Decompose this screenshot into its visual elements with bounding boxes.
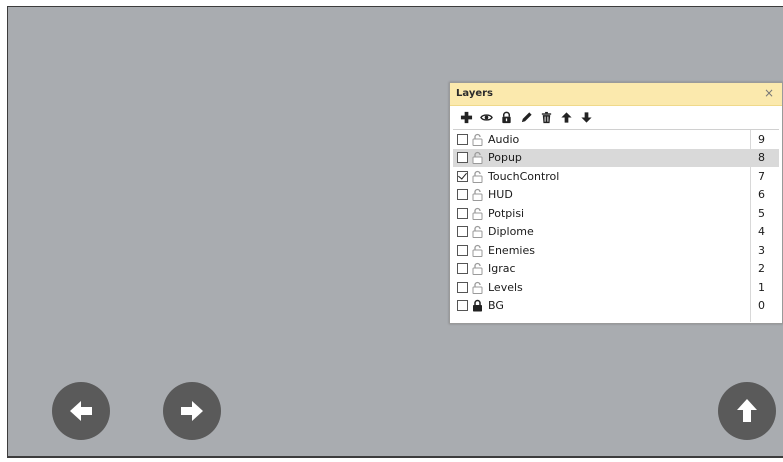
- eye-icon[interactable]: [479, 110, 493, 124]
- trash-icon[interactable]: [539, 110, 553, 124]
- unlocked-icon[interactable]: [472, 225, 483, 239]
- layer-name: Igrac: [488, 262, 516, 276]
- layers-panel-header: Layers ×: [450, 83, 782, 106]
- layer-row[interactable]: HUD 6: [453, 186, 779, 205]
- layer-row[interactable]: Enemies 3: [453, 241, 779, 260]
- visibility-checkbox[interactable]: [457, 170, 468, 182]
- up-arrow-icon: [737, 399, 757, 422]
- add-icon[interactable]: [459, 110, 473, 124]
- layer-row[interactable]: Popup 8: [453, 148, 779, 167]
- unlocked-icon[interactable]: [472, 133, 483, 146]
- layer-name: Enemies: [488, 243, 535, 257]
- layer-index: 0: [758, 299, 765, 313]
- layer-row[interactable]: TouchControl 7: [453, 167, 779, 186]
- layer-index: 3: [758, 243, 765, 257]
- unlocked-icon[interactable]: [472, 262, 483, 276]
- right-arrow-icon: [181, 401, 203, 421]
- lock-icon[interactable]: [499, 110, 513, 124]
- left-arrow-icon: [70, 401, 92, 421]
- unlocked-icon[interactable]: [472, 151, 483, 165]
- unlocked-icon[interactable]: [472, 207, 483, 220]
- layer-row[interactable]: Potpisi 5: [453, 204, 779, 223]
- visibility-checkbox[interactable]: [457, 300, 468, 312]
- pencil-icon[interactable]: [519, 110, 533, 124]
- layer-index: 2: [758, 262, 765, 276]
- layer-index: 1: [758, 280, 765, 294]
- layer-name: TouchControl: [488, 169, 560, 183]
- layer-name: Diplome: [488, 225, 534, 239]
- layer-index: 9: [758, 132, 765, 146]
- layer-index: 4: [758, 225, 765, 239]
- visibility-checkbox[interactable]: [457, 281, 468, 293]
- visibility-checkbox[interactable]: [457, 133, 468, 145]
- unlocked-icon[interactable]: [472, 244, 483, 257]
- layer-name: Potpisi: [488, 206, 525, 220]
- visibility-checkbox[interactable]: [457, 244, 468, 256]
- visibility-checkbox[interactable]: [457, 189, 468, 201]
- layer-name: Levels: [488, 280, 523, 294]
- right-arrow-button[interactable]: [163, 382, 221, 440]
- layers-panel: Layers × Audio 9 Popup 8 TouchControl 7 …: [449, 82, 783, 324]
- layer-index: 7: [758, 169, 765, 183]
- layers-toolbar: [450, 106, 782, 128]
- layer-row[interactable]: Igrac 2: [453, 260, 779, 279]
- layer-row[interactable]: Audio 9: [453, 130, 779, 149]
- layer-row[interactable]: BG 0: [453, 297, 779, 316]
- close-icon[interactable]: ×: [764, 86, 774, 100]
- visibility-checkbox[interactable]: [457, 152, 468, 164]
- locked-icon[interactable]: [472, 299, 483, 312]
- layer-name: HUD: [488, 188, 513, 202]
- unlocked-icon[interactable]: [472, 170, 483, 183]
- layers-list: Audio 9 Popup 8 TouchControl 7 HUD 6 Pot…: [453, 129, 779, 322]
- left-arrow-button[interactable]: [52, 382, 110, 440]
- up-arrow-button[interactable]: [718, 382, 776, 440]
- visibility-checkbox[interactable]: [457, 207, 468, 219]
- layer-index: 8: [758, 151, 765, 165]
- layer-row[interactable]: Diplome 4: [453, 223, 779, 242]
- arrow-up-icon[interactable]: [559, 110, 573, 124]
- layer-name: Audio: [488, 132, 520, 146]
- layer-name: Popup: [488, 151, 522, 165]
- layer-name: BG: [488, 299, 504, 313]
- visibility-checkbox[interactable]: [457, 263, 468, 275]
- layer-row[interactable]: Levels 1: [453, 278, 779, 297]
- visibility-checkbox[interactable]: [457, 226, 468, 238]
- layer-index: 6: [758, 188, 765, 202]
- arrow-down-icon[interactable]: [579, 110, 593, 124]
- unlocked-icon[interactable]: [472, 188, 483, 202]
- unlocked-icon[interactable]: [472, 281, 483, 294]
- panel-title: Layers: [456, 88, 493, 99]
- layer-index: 5: [758, 206, 765, 220]
